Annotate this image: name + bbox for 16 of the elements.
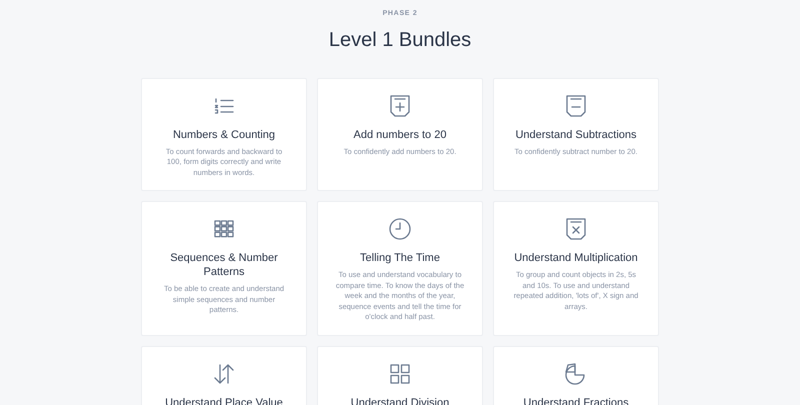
numbered-list-icon bbox=[214, 96, 234, 114]
plus-box-icon bbox=[389, 94, 411, 118]
minus-box-icon bbox=[565, 94, 587, 118]
grid-icon bbox=[214, 220, 234, 238]
up-down-arrows-icon bbox=[213, 364, 235, 384]
pie-chart-icon bbox=[565, 362, 587, 384]
multiply-box-icon bbox=[565, 217, 587, 241]
bundle-title: Sequences & Number Patterns bbox=[169, 251, 279, 279]
bundle-title: Understand Multiplication bbox=[514, 251, 638, 265]
bundle-title: Add numbers to 20 bbox=[354, 128, 446, 142]
bundle-title: Numbers & Counting bbox=[172, 128, 276, 142]
four-squares-icon bbox=[390, 364, 410, 384]
bundle-title: Telling The Time bbox=[360, 251, 440, 265]
clock-icon bbox=[389, 218, 411, 240]
page-heading: Level 1 Bundles bbox=[328, 28, 472, 52]
bundle-title: Understand Subtractions bbox=[515, 128, 637, 142]
